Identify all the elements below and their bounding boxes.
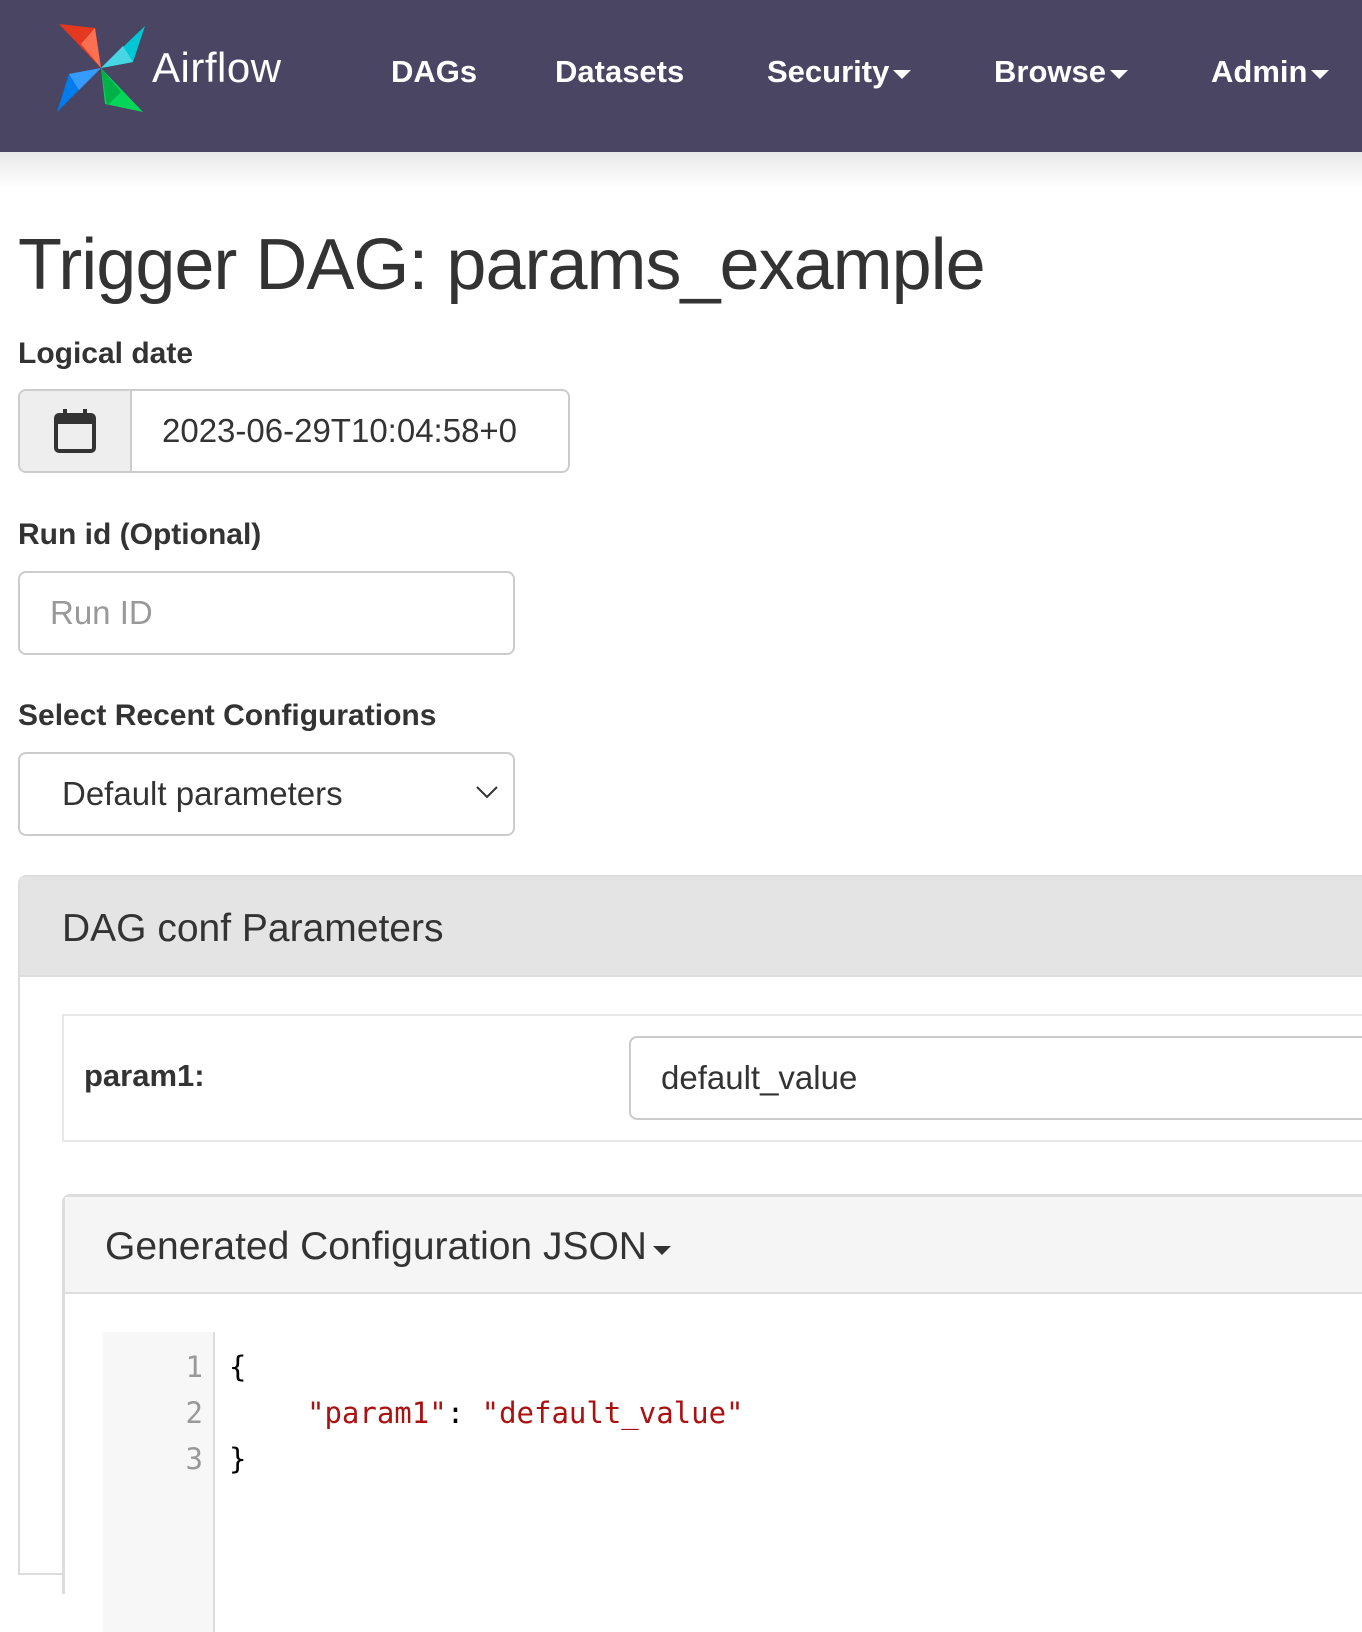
run-id-input[interactable] xyxy=(18,571,515,655)
dag-conf-panel: DAG conf Parameters param1: Generated Co… xyxy=(18,875,1362,1632)
nav-item-security[interactable]: Security xyxy=(767,54,912,90)
nav-item-label: Admin xyxy=(1211,54,1308,89)
json-panel-title-text: Generated Configuration JSON xyxy=(105,1225,647,1268)
nav-item-browse[interactable]: Browse xyxy=(994,54,1128,90)
logical-date-input[interactable] xyxy=(132,391,568,471)
airflow-logo-icon[interactable] xyxy=(55,22,147,114)
line-number: 3 xyxy=(185,1442,203,1476)
nav-item-dags[interactable]: DAGs xyxy=(391,54,477,90)
nav-item-label: Browse xyxy=(994,54,1106,89)
json-panel-title: Generated Configuration JSON xyxy=(105,1225,671,1269)
nav-item-datasets[interactable]: Datasets xyxy=(555,54,684,90)
caret-down-icon xyxy=(1109,69,1128,79)
json-separator: : xyxy=(446,1396,482,1430)
caret-down-icon xyxy=(652,1245,671,1255)
datepicker-button[interactable] xyxy=(20,391,132,471)
param-row: param1: xyxy=(62,1014,1362,1142)
code-line: { xyxy=(229,1350,247,1384)
line-number: 2 xyxy=(185,1396,203,1430)
run-id-label: Run id (Optional) xyxy=(18,518,262,551)
param1-input[interactable] xyxy=(629,1036,1362,1120)
nav-item-admin[interactable]: Admin xyxy=(1211,54,1330,90)
calendar-icon xyxy=(54,409,96,453)
panel-title: DAG conf Parameters xyxy=(62,907,444,950)
logical-date-group xyxy=(18,389,570,473)
caret-down-icon xyxy=(893,69,912,79)
navbar-shadow xyxy=(0,152,1362,188)
caret-down-icon xyxy=(1311,69,1330,79)
select-value: Default parameters xyxy=(62,775,343,812)
recent-configs-label: Select Recent Configurations xyxy=(18,699,437,732)
line-number: 1 xyxy=(185,1350,203,1384)
nav-item-label: DAGs xyxy=(391,54,478,89)
chevron-down-icon xyxy=(476,786,498,799)
brand-name[interactable]: Airflow xyxy=(152,44,282,92)
param-label: param1: xyxy=(84,1058,205,1093)
generated-json-panel: Generated Configuration JSON 1 2 3 { "pa… xyxy=(62,1194,1362,1632)
nav-item-label: Datasets xyxy=(555,54,685,89)
navbar: Airflow DAGs Datasets Security Browse Ad… xyxy=(0,0,1362,152)
page-title: Trigger DAG: params_example xyxy=(18,225,986,305)
code-line: "param1": "default_value" xyxy=(307,1396,744,1430)
logical-date-label: Logical date xyxy=(18,337,194,370)
line-number-gutter: 1 2 3 xyxy=(103,1332,215,1632)
json-key: "param1" xyxy=(307,1396,447,1430)
code-line: } xyxy=(229,1442,247,1476)
json-value: "default_value" xyxy=(481,1396,744,1430)
json-code-editor[interactable]: 1 2 3 { "param1": "default_value" } xyxy=(103,1332,1362,1632)
panel-heading: DAG conf Parameters xyxy=(20,877,1362,977)
json-panel-toggle[interactable]: Generated Configuration JSON xyxy=(65,1197,1362,1294)
recent-configs-select[interactable]: Default parameters xyxy=(18,752,515,836)
nav-item-label: Security xyxy=(767,54,890,89)
